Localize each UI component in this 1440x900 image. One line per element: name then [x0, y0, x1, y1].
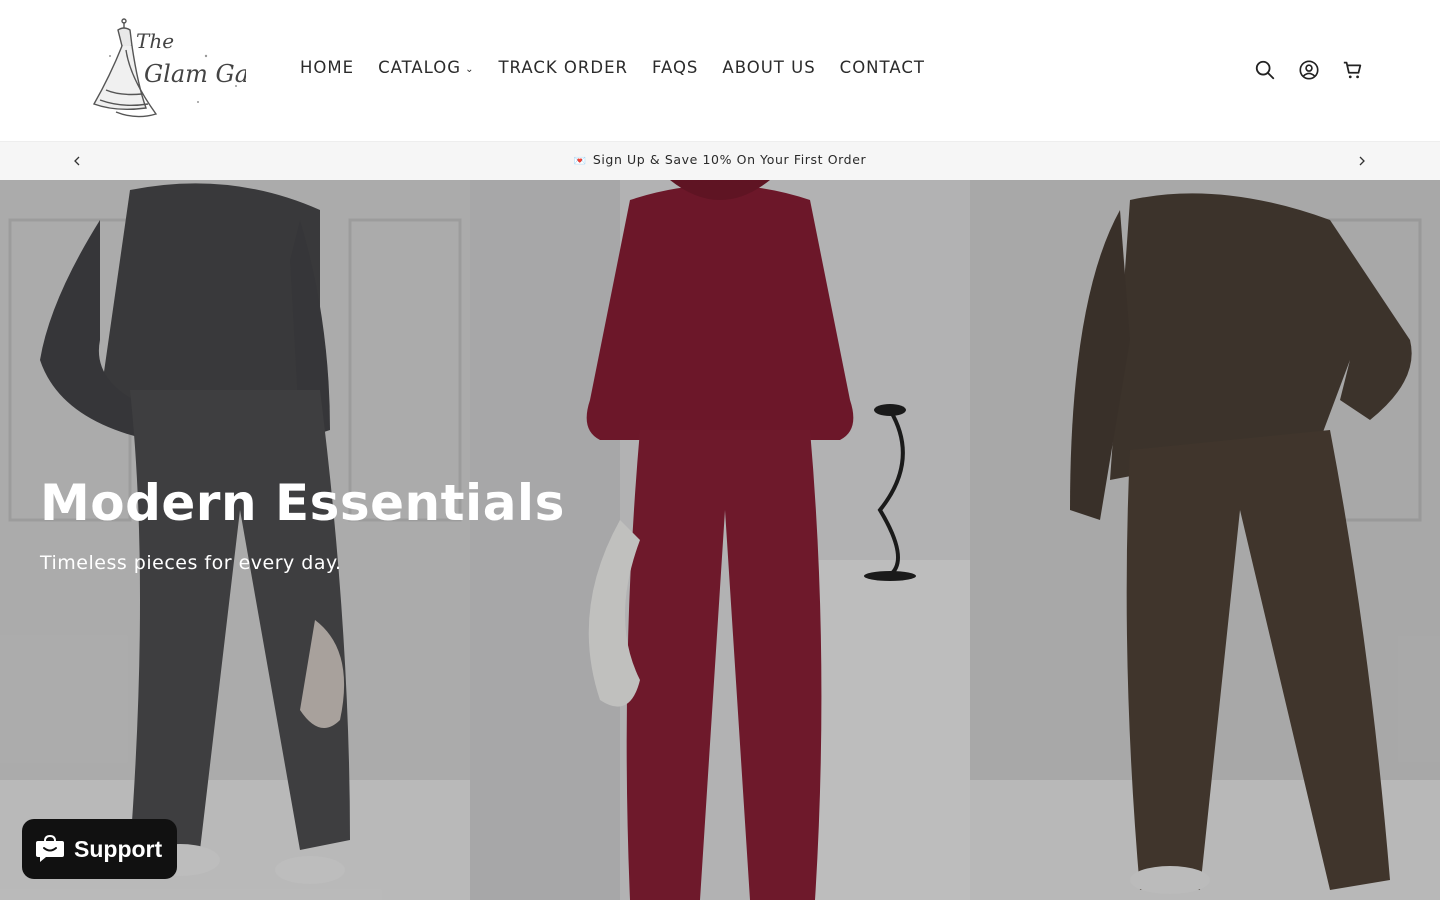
nav-faqs-label: FAQS: [651, 58, 699, 77]
hero-subtitle: Timeless pieces for every day.: [40, 552, 342, 574]
search-icon: [1255, 60, 1275, 80]
support-chat-button[interactable]: Support: [22, 819, 177, 879]
nav-contact-label: CONTACT: [839, 58, 925, 77]
love-letter-icon: 💌: [573, 156, 587, 167]
logo-text-the: The: [136, 29, 174, 53]
chevron-down-icon: ⌄: [465, 63, 475, 75]
nav-catalog[interactable]: CATALOG ⌄: [378, 58, 474, 77]
main-nav: HOME CATALOG ⌄ TRACK ORDER FAQS ABOUT US …: [300, 58, 949, 77]
nav-catalog-label: CATALOG: [378, 58, 462, 77]
announcement-message[interactable]: 💌 Sign Up & Save 10% On Your First Order: [0, 152, 1440, 167]
chat-bag-icon: [36, 835, 64, 862]
cart-icon: [1343, 61, 1362, 79]
nav-track-order[interactable]: TRACK ORDER: [498, 58, 628, 77]
nav-faqs[interactable]: FAQS: [652, 58, 698, 77]
nav-about-us-label: ABOUT US: [722, 58, 816, 77]
nav-home-label: HOME: [300, 58, 355, 77]
logo-graphic: The Glam Gal: [92, 18, 257, 118]
hero-overlay: [0, 180, 1440, 900]
nav-track-order-label: TRACK ORDER: [498, 58, 628, 77]
store-logo[interactable]: The Glam Gal: [86, 16, 257, 122]
cart-button[interactable]: [1342, 58, 1364, 82]
nav-about-us[interactable]: ABOUT US: [722, 58, 815, 77]
logo-text-glamgal: Glam Gal: [144, 60, 246, 88]
site-header: The Glam Gal HOME CATALOG ⌄ TRACK ORDER F…: [0, 0, 1440, 141]
hero-banner: Modern Essentials Timeless pieces for ev…: [0, 180, 1440, 900]
header-icons: [1254, 58, 1364, 82]
nav-contact[interactable]: CONTACT: [840, 58, 925, 77]
chevron-right-icon: [1359, 156, 1365, 166]
account-icon: [1299, 60, 1319, 80]
hero-title: Modern Essentials: [40, 474, 565, 532]
support-label: Support: [74, 835, 163, 862]
nav-home[interactable]: HOME: [300, 58, 354, 77]
announcement-next-button[interactable]: [1354, 152, 1370, 170]
announcement-text: Sign Up & Save 10% On Your First Order: [592, 152, 867, 167]
announcement-bar: 💌 Sign Up & Save 10% On Your First Order: [0, 141, 1440, 180]
search-button[interactable]: [1254, 58, 1276, 82]
account-button[interactable]: [1298, 58, 1320, 82]
